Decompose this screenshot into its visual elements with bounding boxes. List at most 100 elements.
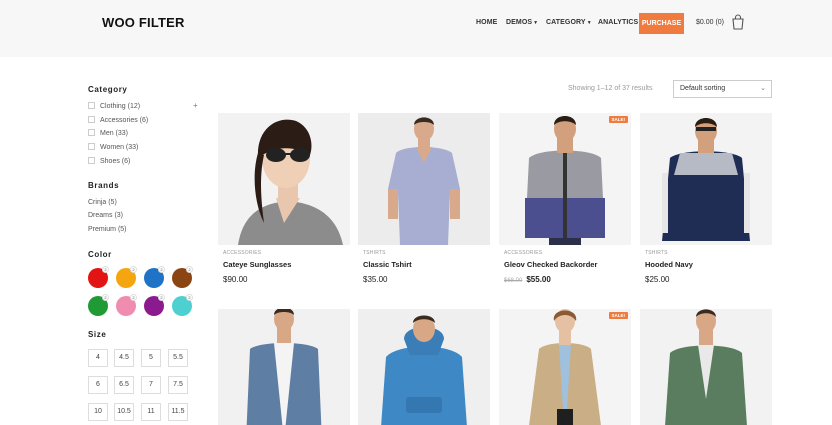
category-checkbox[interactable]: Shoes (6) bbox=[88, 157, 130, 167]
product-category[interactable]: ACCESSORIES bbox=[223, 250, 261, 256]
product-image[interactable] bbox=[640, 113, 772, 245]
checkbox[interactable] bbox=[88, 129, 95, 136]
caret-down-icon: ▼ bbox=[586, 20, 592, 26]
color-swatch[interactable]: 2 bbox=[172, 266, 193, 288]
product-price: $35.00 bbox=[363, 275, 388, 284]
checkbox[interactable] bbox=[88, 116, 95, 123]
product-image[interactable] bbox=[640, 309, 772, 425]
product-photo-woman-trench-coat bbox=[499, 309, 631, 425]
site-logo[interactable]: WOO FILTER bbox=[102, 15, 185, 30]
nav-demos[interactable]: DEMOS▼ bbox=[506, 19, 538, 26]
checkbox[interactable] bbox=[88, 102, 95, 109]
color-count-badge: 2 bbox=[130, 266, 137, 273]
color-count-badge: 2 bbox=[102, 266, 109, 273]
product-sale-price: $55.00 bbox=[526, 275, 551, 284]
cart-total[interactable]: $0.00 (0) bbox=[696, 19, 724, 26]
size-option[interactable]: 11 bbox=[141, 403, 161, 421]
nav-category-label: CATEGORY bbox=[546, 19, 586, 26]
nav-category[interactable]: CATEGORY▼ bbox=[546, 19, 592, 26]
site-header: WOO FILTER HOME DEMOS▼ CATEGORY▼ ANALYTI… bbox=[0, 0, 832, 57]
nav-demos-label: DEMOS bbox=[506, 19, 533, 26]
purchase-button[interactable]: PURCHASE bbox=[639, 13, 684, 34]
category-label: Shoes (6) bbox=[100, 158, 131, 165]
product-name[interactable]: Gleov Checked Backorder bbox=[504, 260, 597, 269]
color-swatch[interactable]: 2 bbox=[88, 266, 109, 288]
product-image[interactable] bbox=[218, 309, 350, 425]
color-count-badge: 2 bbox=[102, 294, 109, 301]
color-swatch[interactable]: 2 bbox=[172, 294, 193, 316]
brand-link[interactable]: Crinja (5) bbox=[88, 199, 117, 206]
product-category[interactable]: TSHIRTS bbox=[363, 250, 386, 256]
color-count-badge: 2 bbox=[186, 294, 193, 301]
sort-selected-value: Default sorting bbox=[680, 85, 726, 92]
color-swatch[interactable]: 2 bbox=[88, 294, 109, 316]
size-option[interactable]: 7 bbox=[141, 376, 161, 394]
size-option[interactable]: 5.5 bbox=[168, 349, 188, 367]
nav-analytics-label: ANALYTICS bbox=[598, 19, 639, 26]
size-option[interactable]: 5 bbox=[141, 349, 161, 367]
product-photo-man-blue-hoodie bbox=[358, 309, 490, 425]
color-swatch[interactable]: 2 bbox=[116, 266, 137, 288]
shopping-bag-icon[interactable] bbox=[731, 14, 745, 30]
category-checkbox[interactable]: Men (33) bbox=[88, 129, 128, 139]
category-checkbox[interactable]: Accessories (6) bbox=[88, 116, 148, 126]
size-option[interactable]: 4 bbox=[88, 349, 108, 367]
product-image[interactable]: SALE! bbox=[499, 113, 631, 245]
category-label: Accessories (6) bbox=[100, 117, 149, 124]
product-category[interactable]: TSHIRTS bbox=[645, 250, 668, 256]
result-count: Showing 1–12 of 37 results bbox=[568, 85, 653, 92]
color-count-badge: 2 bbox=[158, 266, 165, 273]
expand-plus-icon[interactable]: + bbox=[193, 101, 198, 110]
category-label: Clothing (12) bbox=[100, 103, 141, 110]
color-count-badge: 2 bbox=[130, 294, 137, 301]
product-image[interactable] bbox=[358, 113, 490, 245]
product-name[interactable]: Hooded Navy bbox=[645, 260, 693, 269]
product-name[interactable]: Cateye Sunglasses bbox=[223, 260, 291, 269]
chevron-down-icon: ⌄ bbox=[760, 85, 766, 92]
size-option[interactable]: 11.5 bbox=[168, 403, 188, 421]
product-name[interactable]: Classic Tshirt bbox=[363, 260, 412, 269]
checkbox[interactable] bbox=[88, 157, 95, 164]
brand-link[interactable]: Dreams (3) bbox=[88, 212, 123, 219]
color-swatch[interactable]: 2 bbox=[144, 294, 165, 316]
checkbox[interactable] bbox=[88, 143, 95, 150]
size-filter-title: Size bbox=[88, 330, 107, 339]
sale-badge: SALE! bbox=[608, 312, 628, 319]
size-option[interactable]: 7.5 bbox=[168, 376, 188, 394]
size-option[interactable]: 6.5 bbox=[114, 376, 134, 394]
category-label: Women (33) bbox=[100, 144, 139, 151]
category-checkbox[interactable]: Clothing (12) bbox=[88, 102, 140, 112]
brands-filter-title: Brands bbox=[88, 181, 120, 190]
product-photo-man-jacket bbox=[499, 113, 631, 245]
color-count-badge: 2 bbox=[186, 266, 193, 273]
category-checkbox[interactable]: Women (33) bbox=[88, 143, 138, 153]
size-option[interactable]: 10.5 bbox=[114, 403, 134, 421]
brand-link[interactable]: Premium (5) bbox=[88, 226, 127, 233]
color-swatch[interactable]: 2 bbox=[116, 294, 137, 316]
product-photo-woman-sunglasses bbox=[218, 113, 350, 245]
product-photo-man-tshirt bbox=[358, 113, 490, 245]
nav-home-label: HOME bbox=[476, 19, 498, 26]
caret-down-icon: ▼ bbox=[533, 20, 539, 26]
category-label: Men (33) bbox=[100, 130, 129, 137]
product-image[interactable]: SALE! bbox=[499, 309, 631, 425]
nav-analytics[interactable]: ANALYTICS bbox=[598, 19, 638, 26]
product-price: $68.00 $55.00 bbox=[504, 275, 551, 284]
product-image[interactable] bbox=[358, 309, 490, 425]
product-photo-man-denim-shirt bbox=[218, 309, 350, 425]
color-swatch[interactable]: 2 bbox=[144, 266, 165, 288]
color-count-badge: 2 bbox=[158, 294, 165, 301]
product-price: $25.00 bbox=[645, 275, 670, 284]
size-option[interactable]: 6 bbox=[88, 376, 108, 394]
sale-badge: SALE! bbox=[608, 116, 628, 123]
size-option[interactable]: 4.5 bbox=[114, 349, 134, 367]
product-image[interactable] bbox=[218, 113, 350, 245]
product-category[interactable]: ACCESSORIES bbox=[504, 250, 542, 256]
size-option[interactable]: 10 bbox=[88, 403, 108, 421]
product-price: $90.00 bbox=[223, 275, 248, 284]
color-filter-title: Color bbox=[88, 250, 112, 259]
product-photo-man-navy-sweater bbox=[640, 113, 772, 245]
category-filter-title: Category bbox=[88, 85, 128, 94]
sort-select[interactable]: Default sorting ⌄ bbox=[673, 80, 772, 98]
nav-home[interactable]: HOME bbox=[476, 19, 497, 26]
